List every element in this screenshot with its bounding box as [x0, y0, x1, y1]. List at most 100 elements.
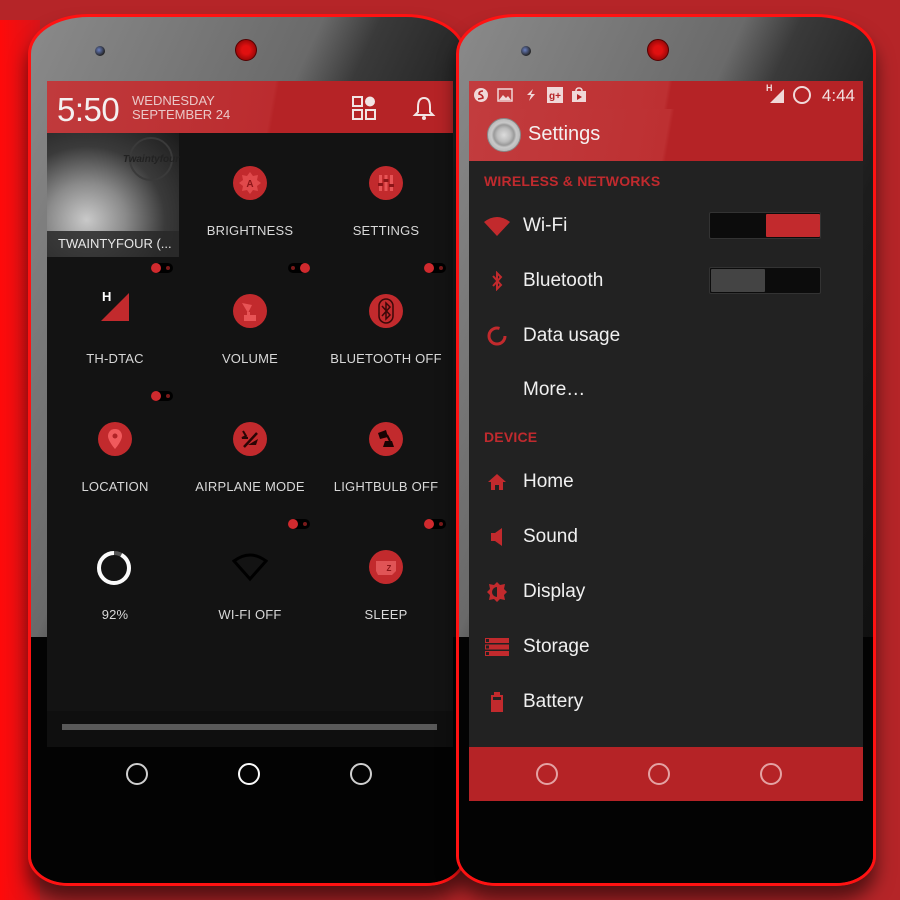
tile-label: TH-DTAC — [86, 351, 144, 366]
gallery-icon — [497, 87, 513, 103]
page-title: Settings — [528, 123, 601, 145]
tile-toggle-on[interactable] — [151, 391, 173, 401]
bluetooth-switch[interactable] — [709, 267, 821, 294]
settings-item-display[interactable]: Display — [469, 565, 863, 619]
network-type-label: H — [766, 83, 773, 93]
back-button[interactable] — [126, 763, 148, 785]
tile-bluetooth[interactable]: BLUETOOTH OFF — [318, 261, 453, 389]
tile-label: WI-FI OFF — [218, 607, 282, 622]
right-phone-frame: g+ H 4:44 Settings WIRELESS & NETWORKS W… — [456, 14, 876, 886]
svg-text:A: A — [246, 179, 253, 190]
settings-item-label: Sound — [523, 526, 578, 547]
front-camera — [95, 46, 105, 56]
earpiece-speaker — [235, 39, 257, 61]
tile-airplane-mode[interactable]: AIRPLANE MODE — [182, 389, 318, 517]
section-header-wireless: WIRELESS & NETWORKS — [484, 173, 661, 189]
switch-thumb-on — [766, 214, 820, 237]
album-stamp: Twaintyfour — [123, 137, 179, 181]
day-label: WEDNESDAY — [132, 93, 215, 108]
tile-label: BRIGHTNESS — [206, 223, 294, 238]
date-label: SEPTEMBER 24 — [132, 107, 231, 122]
settings-item-label: More… — [523, 379, 586, 400]
swiftkey-icon — [473, 87, 489, 103]
sound-icon — [483, 524, 511, 550]
settings-item-home[interactable]: Home — [469, 455, 863, 509]
display-icon — [483, 579, 511, 605]
settings-item-wifi[interactable]: Wi-Fi — [469, 199, 863, 253]
data-usage-icon — [483, 323, 511, 349]
sleep-icon: Z — [369, 550, 403, 584]
signal-icon: H — [766, 83, 786, 103]
quick-settings-header: 5:50 WEDNESDAY SEPTEMBER 24 — [47, 81, 453, 133]
tile-sleep[interactable]: Z SLEEP — [318, 517, 453, 645]
settings-screen: g+ H 4:44 Settings WIRELESS & NETWORKS W… — [469, 81, 863, 801]
settings-app-icon[interactable] — [487, 118, 521, 152]
quick-settings-panel: 5:50 WEDNESDAY SEPTEMBER 24 Twaintyfour … — [47, 81, 453, 747]
home-button[interactable] — [238, 763, 260, 785]
tile-lightbulb[interactable]: LIGHTBULB OFF — [318, 389, 453, 517]
settings-item-storage[interactable]: Storage — [469, 620, 863, 674]
wifi-off-icon — [231, 551, 269, 583]
navigation-bar — [469, 747, 863, 801]
home-icon — [483, 469, 511, 495]
settings-item-label: Data usage — [523, 325, 621, 346]
date-display: WEDNESDAY SEPTEMBER 24 — [132, 94, 230, 122]
tile-brightness[interactable]: A BRIGHTNESS — [182, 133, 318, 261]
wifi-switch[interactable] — [709, 212, 821, 239]
tile-settings[interactable]: SETTINGS — [318, 133, 453, 261]
tile-label: SETTINGS — [352, 223, 420, 238]
tile-mobile-data[interactable]: H TH-DTAC — [47, 261, 183, 389]
earpiece-speaker — [647, 39, 669, 61]
location-pin-icon — [98, 422, 132, 456]
signal-h-icon: H — [99, 289, 131, 323]
status-bar: g+ H 4:44 — [469, 81, 863, 109]
settings-item-label: Bluetooth — [523, 270, 604, 291]
recents-button[interactable] — [760, 763, 782, 785]
battery-status-icon — [793, 86, 811, 104]
storage-icon — [483, 634, 511, 660]
section-header-device: DEVICE — [484, 429, 538, 445]
battery-icon — [483, 689, 511, 715]
tile-label: BLUETOOTH OFF — [330, 351, 442, 366]
tile-volume[interactable]: VOLUME — [182, 261, 318, 389]
back-button[interactable] — [536, 763, 558, 785]
tile-label: LIGHTBULB OFF — [333, 479, 439, 494]
tile-label: SLEEP — [364, 607, 408, 622]
tiles-edit-icon[interactable] — [351, 95, 377, 121]
home-button[interactable] — [648, 763, 670, 785]
wifi-icon — [483, 213, 511, 239]
tile-label: TWAINTYFOUR (... — [47, 231, 179, 257]
settings-sliders-icon — [369, 166, 403, 200]
tile-location[interactable]: LOCATION — [47, 389, 183, 517]
now-playing-album-tile[interactable]: Twaintyfour TWAINTYFOUR (... — [47, 133, 179, 257]
tile-toggle-on[interactable] — [288, 519, 310, 529]
google-plus-icon: g+ — [547, 87, 563, 103]
battery-ring-icon — [96, 550, 132, 586]
feedly-icon — [523, 87, 539, 103]
gramophone-icon — [233, 294, 267, 328]
switch-thumb-off — [711, 269, 765, 292]
tile-toggle-on[interactable] — [288, 263, 310, 273]
settings-item-sound[interactable]: Sound — [469, 510, 863, 564]
tile-toggle-on[interactable] — [151, 263, 173, 273]
settings-item-bluetooth[interactable]: Bluetooth — [469, 254, 863, 308]
tile-wifi[interactable]: WI-FI OFF — [182, 517, 318, 645]
tile-toggle-on[interactable] — [424, 519, 446, 529]
bluetooth-icon — [369, 294, 403, 328]
tile-toggle-on[interactable] — [424, 263, 446, 273]
brightness-slider[interactable] — [62, 724, 437, 730]
svg-text:g+: g+ — [549, 91, 561, 102]
bluetooth-icon — [483, 268, 511, 294]
notification-bell-icon[interactable] — [411, 95, 437, 121]
settings-item-more[interactable]: More… — [469, 363, 863, 417]
settings-item-data-usage[interactable]: Data usage — [469, 309, 863, 363]
tile-label: 92% — [101, 607, 129, 622]
recents-button[interactable] — [350, 763, 372, 785]
settings-item-label: Display — [523, 581, 586, 602]
settings-item-label: Home — [523, 471, 574, 492]
tile-label: AIRPLANE MODE — [195, 479, 305, 494]
settings-item-battery[interactable]: Battery — [469, 675, 863, 729]
brightness-slider-area — [47, 711, 453, 747]
tile-battery[interactable]: 92% — [47, 517, 183, 645]
brightness-auto-icon: A — [233, 166, 267, 200]
